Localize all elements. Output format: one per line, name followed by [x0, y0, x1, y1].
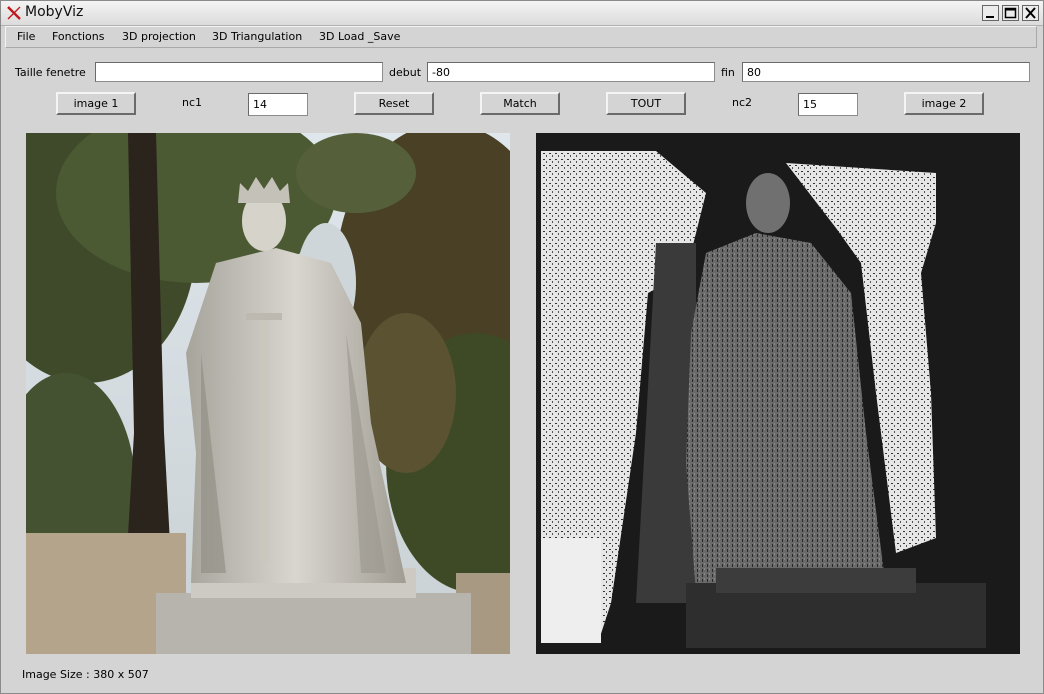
debut-label: debut: [389, 66, 422, 79]
taille-fenetre-label: Taille fenetre: [15, 66, 86, 79]
x-logo-icon: [7, 6, 21, 20]
menu-3d-triangulation[interactable]: 3D Triangulation: [212, 30, 302, 43]
debut-field[interactable]: [427, 62, 715, 82]
nc2-label: nc2: [732, 96, 753, 109]
menu-fonctions[interactable]: Fonctions: [52, 30, 105, 43]
menu-3d-load-save[interactable]: 3D Load _Save: [319, 30, 400, 43]
nc1-field[interactable]: [248, 93, 308, 116]
reset-button[interactable]: Reset: [354, 92, 434, 115]
menu-3d-projection[interactable]: 3D projection: [122, 30, 196, 43]
app-window: MobyViz File Fonctions 3D projection 3D …: [0, 0, 1044, 694]
close-icon: [1025, 7, 1036, 19]
image-size-status: Image Size : 380 x 507: [22, 668, 149, 681]
maximize-icon: [1004, 7, 1017, 19]
fin-label: fin: [721, 66, 735, 79]
maximize-button[interactable]: [1002, 5, 1019, 21]
image2-button[interactable]: image 2: [904, 92, 984, 115]
title-bar[interactable]: MobyViz: [1, 1, 1043, 26]
disparity-map: [536, 133, 1020, 654]
taille-fenetre-field[interactable]: [95, 62, 383, 82]
window-title: MobyViz: [25, 4, 84, 20]
right-image-panel: [536, 133, 1020, 654]
minimize-icon: [986, 16, 994, 18]
menu-file[interactable]: File: [17, 30, 35, 43]
minimize-button[interactable]: [982, 5, 999, 21]
nc2-field[interactable]: [798, 93, 858, 116]
nc1-label: nc1: [182, 96, 203, 109]
image1-button[interactable]: image 1: [56, 92, 136, 115]
tout-button[interactable]: TOUT: [606, 92, 686, 115]
left-image-panel: [26, 133, 510, 654]
menu-bar: File Fonctions 3D projection 3D Triangul…: [5, 26, 1037, 48]
match-button[interactable]: Match: [480, 92, 560, 115]
statue-photo: [26, 133, 510, 654]
fin-field[interactable]: [742, 62, 1030, 82]
close-button[interactable]: [1022, 5, 1039, 21]
